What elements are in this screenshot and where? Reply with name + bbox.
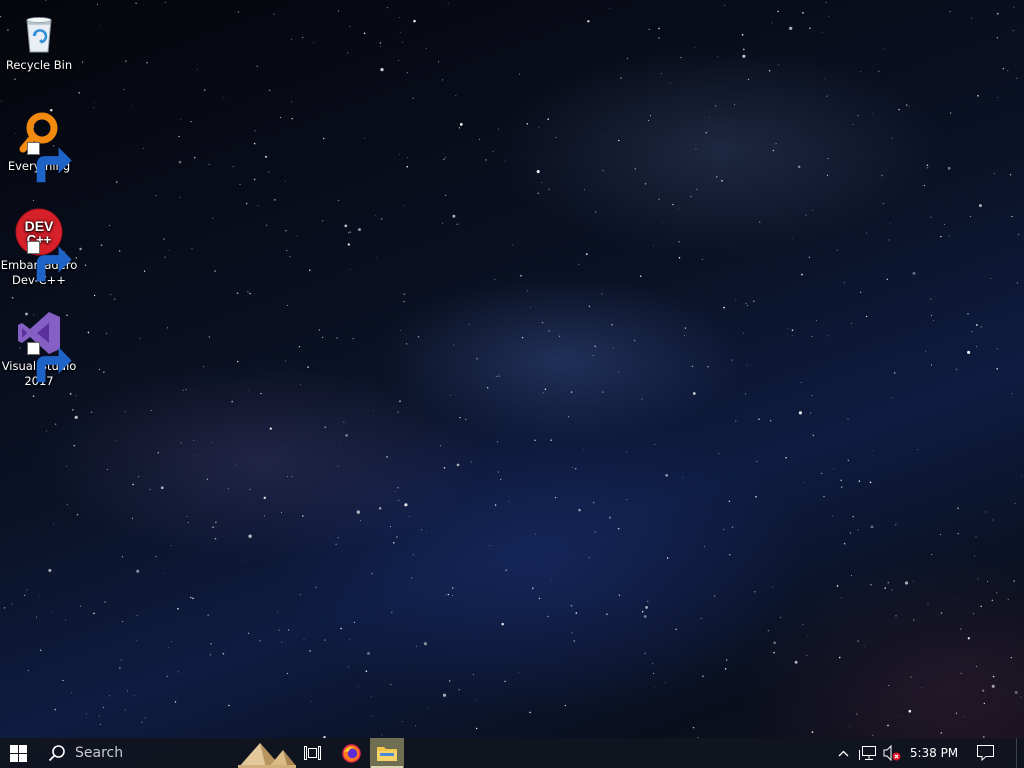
visual-studio-icon <box>15 309 72 383</box>
volume-muted-icon <box>883 745 901 761</box>
windows-logo-icon <box>9 744 27 762</box>
show-hidden-icons-button[interactable] <box>834 738 852 768</box>
shortcut-arrow-icon <box>27 142 72 183</box>
desktop-icon-everything[interactable]: Everything <box>0 109 78 183</box>
folder-icon <box>377 747 397 761</box>
volume-button[interactable] <box>881 738 903 768</box>
task-view-icon <box>303 746 321 760</box>
chevron-up-icon <box>838 750 848 756</box>
show-desktop-button[interactable] <box>1016 738 1024 768</box>
dev-cpp-icon: DEV C++ <box>15 208 72 282</box>
notification-icon <box>976 745 994 761</box>
desktop-icon-visual-studio[interactable]: Visual Studio 2017 <box>0 309 78 389</box>
desktop-icon-dev-cpp[interactable]: DEV C++ Embarcadero Dev-C++ <box>0 208 78 288</box>
start-button[interactable] <box>0 738 36 768</box>
taskbar-search-box[interactable]: Search <box>36 738 234 768</box>
action-center-button[interactable] <box>972 738 998 768</box>
taskbar: Search 5:38 PM <box>0 738 1024 768</box>
taskbar-clock[interactable]: 5:38 PM <box>906 738 962 768</box>
firefox-taskbar-button[interactable] <box>340 738 362 768</box>
file-explorer-taskbar-button[interactable] <box>370 738 404 768</box>
task-view-button[interactable] <box>300 738 324 768</box>
search-placeholder: Search <box>75 745 124 761</box>
everything-search-icon <box>15 109 72 183</box>
search-highlight-pyramids[interactable] <box>238 738 296 768</box>
shortcut-arrow-icon <box>27 241 72 282</box>
desktop-icon-label: Recycle Bin <box>5 58 73 72</box>
search-icon <box>48 745 65 762</box>
network-status-button[interactable] <box>857 738 877 768</box>
desktop-icon-recycle-bin[interactable]: Recycle Bin <box>0 8 78 73</box>
network-disconnected-icon <box>858 745 876 760</box>
recycle-bin-icon <box>15 8 63 56</box>
pyramids-icon <box>238 743 296 768</box>
firefox-icon <box>341 743 361 763</box>
shortcut-arrow-icon <box>27 342 72 383</box>
wallpaper-stars <box>0 0 1022 738</box>
desktop[interactable]: Recycle Bin Everything DEV C++ <box>0 0 1024 768</box>
